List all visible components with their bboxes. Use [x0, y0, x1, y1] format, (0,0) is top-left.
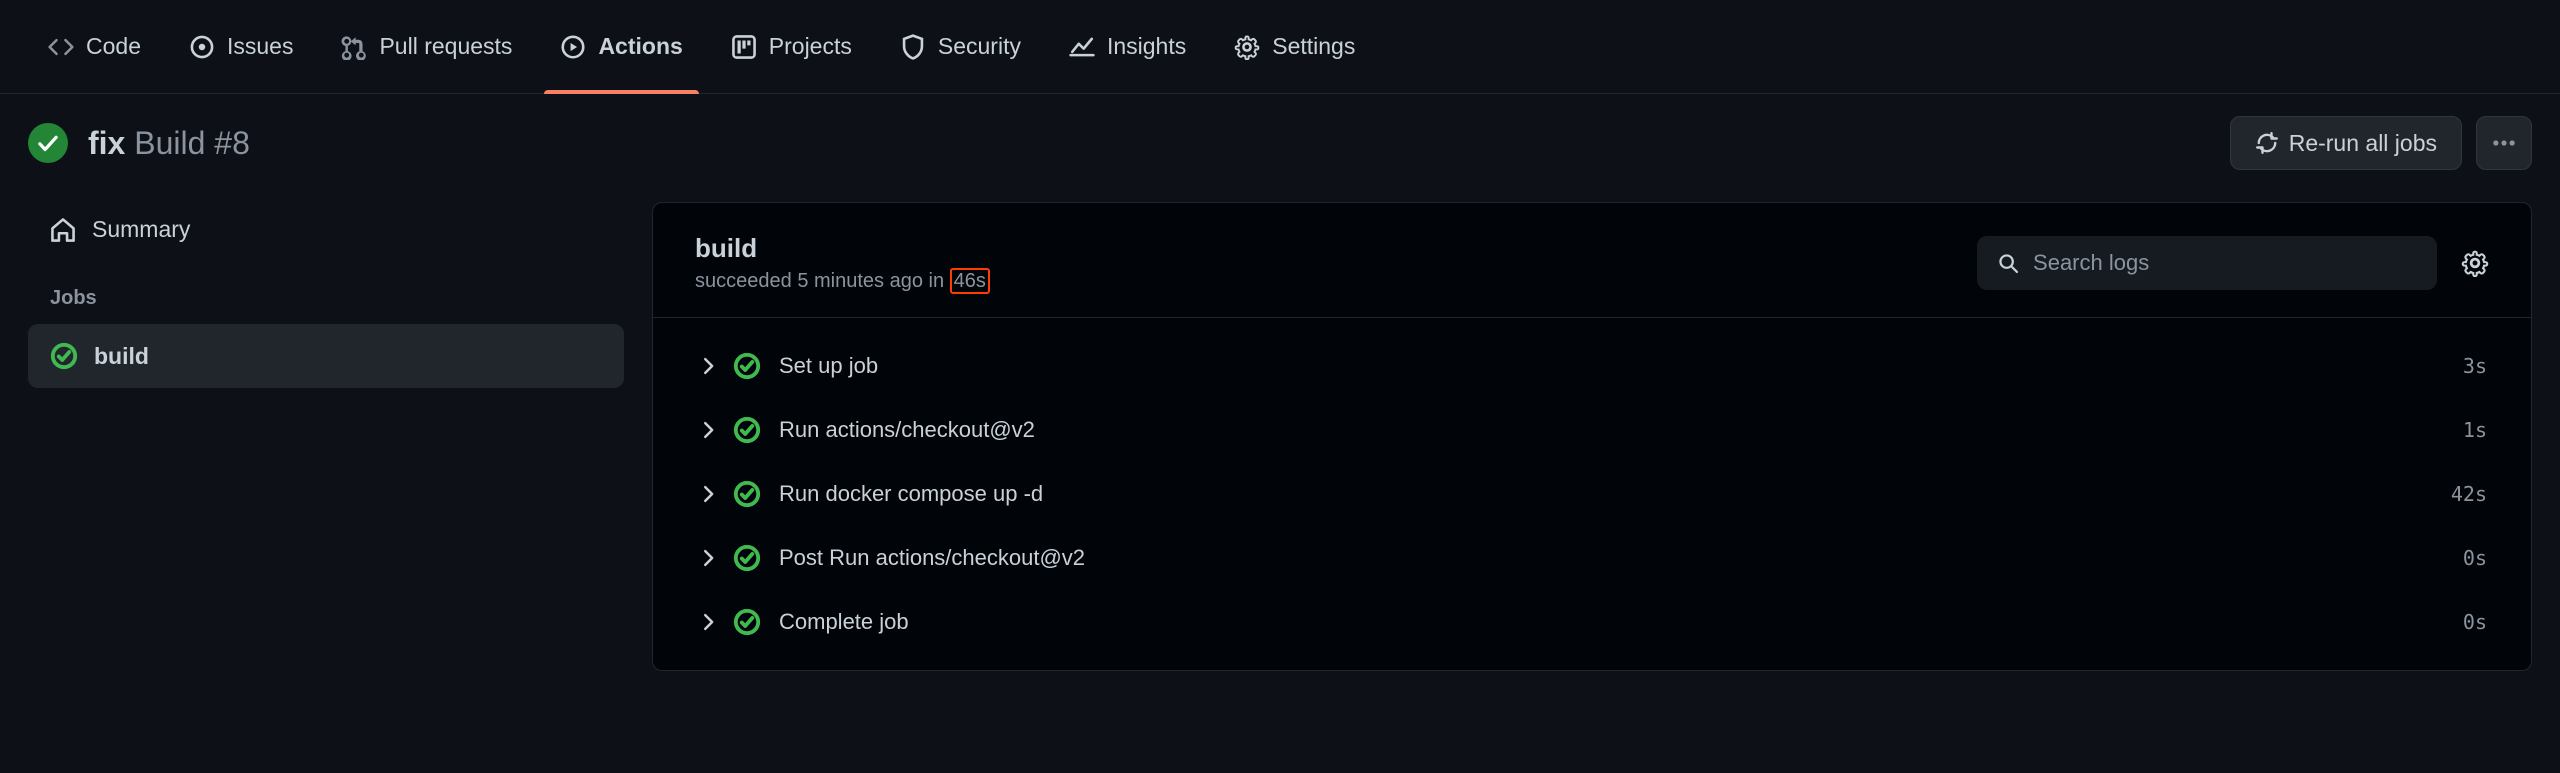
step-row[interactable]: Post Run actions/checkout@v2 0s — [675, 526, 2509, 590]
step-row[interactable]: Run actions/checkout@v2 1s — [675, 398, 2509, 462]
step-duration: 42s — [2451, 482, 2487, 506]
sync-icon — [2255, 131, 2279, 155]
tab-label: Code — [86, 33, 141, 60]
git-pull-request-icon — [341, 34, 367, 60]
issue-icon — [189, 34, 215, 60]
play-icon — [560, 34, 586, 60]
search-icon — [1997, 251, 2019, 275]
step-name: Run docker compose up -d — [779, 481, 1043, 507]
step-duration: 3s — [2463, 354, 2487, 378]
panel-settings-button[interactable] — [2461, 249, 2489, 277]
chevron-right-icon — [697, 419, 719, 441]
tab-issues[interactable]: Issues — [169, 0, 313, 93]
kebab-icon — [2491, 130, 2517, 156]
home-icon — [50, 217, 76, 243]
step-duration: 0s — [2463, 546, 2487, 570]
chevron-right-icon — [697, 547, 719, 569]
tab-label: Pull requests — [379, 33, 512, 60]
sidebar-item-label: Summary — [92, 216, 190, 243]
step-duration: 0s — [2463, 610, 2487, 634]
commit-message: fix — [88, 125, 125, 161]
chevron-right-icon — [697, 355, 719, 377]
sidebar-job-build[interactable]: build — [28, 324, 624, 388]
job-panel-header: build succeeded 5 minutes ago in 46s — [653, 203, 2531, 318]
tab-security[interactable]: Security — [880, 0, 1041, 93]
chevron-right-icon — [697, 483, 719, 505]
run-header: fix Build #8 Re-run all jobs — [0, 94, 2560, 202]
tab-projects[interactable]: Projects — [711, 0, 872, 93]
sidebar-job-label: build — [94, 343, 149, 370]
repo-tabs: Code Issues Pull requests Actions Projec… — [0, 0, 2560, 94]
job-status-prefix: succeeded — [695, 270, 792, 292]
run-number: #8 — [214, 125, 250, 161]
run-status-icon — [28, 123, 68, 163]
sidebar-item-summary[interactable]: Summary — [28, 202, 624, 257]
search-logs-input[interactable] — [2031, 249, 2417, 277]
check-icon — [35, 130, 61, 156]
step-row[interactable]: Run docker compose up -d 42s — [675, 462, 2509, 526]
tab-insights[interactable]: Insights — [1049, 0, 1206, 93]
job-status-time-ago: 5 minutes ago — [797, 270, 923, 292]
job-title-block: build succeeded 5 minutes ago in 46s — [695, 233, 990, 293]
check-circle-icon — [733, 480, 761, 508]
code-icon — [48, 34, 74, 60]
tab-label: Insights — [1107, 33, 1186, 60]
sidebar: Summary Jobs build — [12, 202, 652, 671]
chevron-right-icon — [697, 611, 719, 633]
tab-pull-requests[interactable]: Pull requests — [321, 0, 532, 93]
tab-label: Settings — [1272, 33, 1355, 60]
tab-code[interactable]: Code — [28, 0, 161, 93]
job-panel: build succeeded 5 minutes ago in 46s Set… — [652, 202, 2532, 671]
job-status-in: in — [929, 270, 945, 292]
step-row[interactable]: Set up job 3s — [675, 334, 2509, 398]
tab-label: Projects — [769, 33, 852, 60]
job-duration: 46s — [950, 268, 990, 294]
steps-list: Set up job 3s Run actions/checkout@v2 1s… — [653, 318, 2531, 670]
step-name: Set up job — [779, 353, 878, 379]
button-label: Re-run all jobs — [2289, 130, 2437, 157]
step-name: Run actions/checkout@v2 — [779, 417, 1035, 443]
project-icon — [731, 34, 757, 60]
step-row[interactable]: Complete job 0s — [675, 590, 2509, 654]
job-name: build — [695, 233, 990, 264]
search-logs-box[interactable] — [1977, 236, 2437, 290]
check-circle-icon — [733, 352, 761, 380]
tab-settings[interactable]: Settings — [1214, 0, 1375, 93]
sidebar-jobs-heading: Jobs — [28, 257, 624, 324]
check-circle-icon — [50, 342, 78, 370]
workflow-name: Build — [134, 125, 205, 161]
step-duration: 1s — [2463, 418, 2487, 442]
tab-label: Issues — [227, 33, 293, 60]
content: Summary Jobs build build succeeded 5 min… — [0, 202, 2560, 671]
tab-label: Security — [938, 33, 1021, 60]
gear-icon — [1234, 34, 1260, 60]
check-circle-icon — [733, 416, 761, 444]
tab-label: Actions — [598, 33, 682, 60]
check-circle-icon — [733, 544, 761, 572]
rerun-all-jobs-button[interactable]: Re-run all jobs — [2230, 116, 2462, 170]
graph-icon — [1069, 34, 1095, 60]
check-circle-icon — [733, 608, 761, 636]
tab-actions[interactable]: Actions — [540, 0, 702, 93]
run-title: fix Build #8 — [88, 125, 250, 162]
step-name: Complete job — [779, 609, 909, 635]
shield-icon — [900, 34, 926, 60]
job-status-line: succeeded 5 minutes ago in 46s — [695, 270, 990, 293]
run-more-menu-button[interactable] — [2476, 116, 2532, 170]
step-name: Post Run actions/checkout@v2 — [779, 545, 1085, 571]
